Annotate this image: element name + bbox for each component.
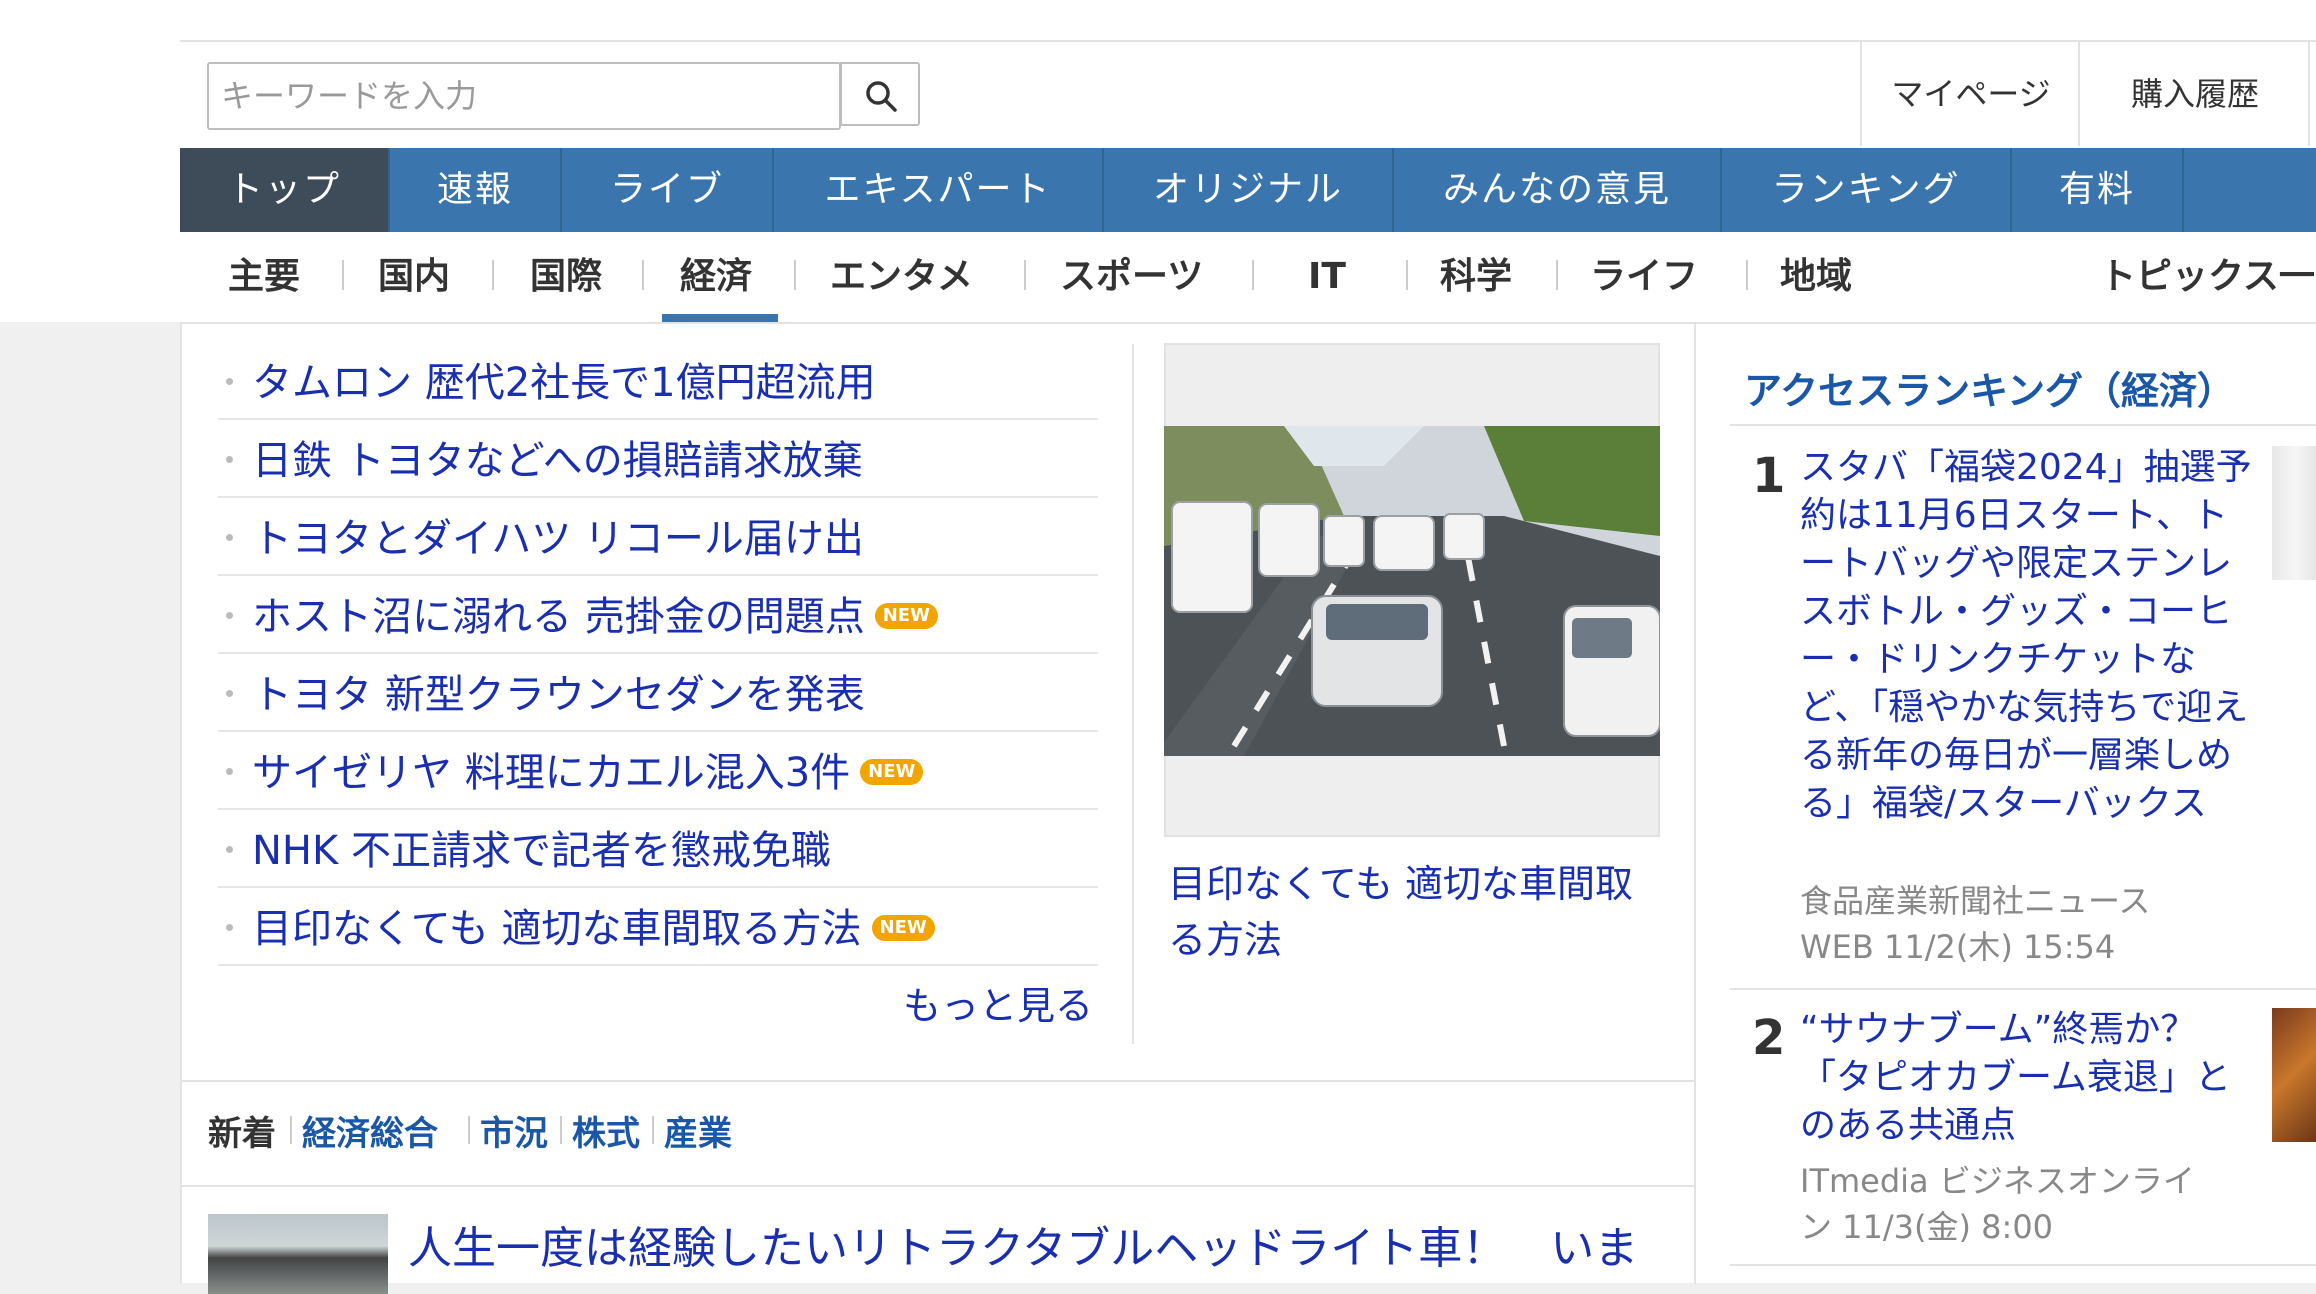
list-item: NHK 不正請求で記者を懲戒免職 — [218, 810, 1098, 888]
ranking-headline-link[interactable]: スタバ「福袋2024」抽選予約は11月6日スタート、トートバッグや限定ステンレス… — [1800, 444, 2260, 828]
search-button[interactable] — [840, 62, 920, 126]
purchase-history-link[interactable]: 購入履歴 — [2078, 42, 2310, 146]
bullet — [226, 378, 233, 385]
rank-number: 2 — [1752, 1010, 1786, 1066]
photo-caption[interactable]: 目印なくても 適切な車間取る方法 — [1168, 856, 1668, 968]
cat-separator — [1556, 260, 1558, 290]
bullet — [226, 534, 233, 541]
subtab-separator — [290, 1116, 292, 1144]
gnav-live[interactable]: ライブ — [562, 148, 774, 232]
subtab-separator — [468, 1116, 470, 1144]
cat-entertainment[interactable]: エンタメ — [830, 232, 973, 322]
cat-main[interactable]: 主要 — [228, 232, 300, 322]
topics-list: タムロン 歴代2社長で1億円超流用 日鉄 トヨタなどへの損賠請求放棄 トヨタとダ… — [218, 342, 1098, 966]
ranking-divider — [1730, 1264, 2316, 1266]
topic-link[interactable]: ホスト沼に溺れる 売掛金の問題点 NEW — [252, 584, 938, 642]
search-input[interactable] — [209, 64, 841, 128]
subtab-market[interactable]: 市況 — [480, 1106, 548, 1155]
cat-separator — [1024, 260, 1026, 290]
ranking-title: アクセスランキング（経済） — [1744, 369, 2235, 413]
subtab-general[interactable]: 経済総合 — [302, 1106, 438, 1155]
article-thumbnail[interactable] — [208, 1214, 388, 1294]
gnav-original[interactable]: オリジナル — [1104, 148, 1394, 232]
gnav-expert[interactable]: エキスパート — [774, 148, 1104, 232]
gnav-top[interactable]: トップ — [180, 148, 390, 232]
cat-separator — [1406, 260, 1408, 290]
ranking-thumbnail[interactable] — [2272, 1008, 2316, 1142]
list-item: トヨタ 新型クラウンセダンを発表 — [218, 654, 1098, 732]
bullet — [226, 690, 233, 697]
search-box — [207, 62, 841, 130]
cat-life[interactable]: ライフ — [1590, 232, 1698, 322]
topic-link[interactable]: トヨタとダイハツ リコール届け出 — [252, 506, 864, 564]
cat-separator — [1252, 260, 1254, 290]
cat-it[interactable]: IT — [1308, 232, 1346, 322]
subtab-separator — [652, 1116, 654, 1144]
bullet — [226, 612, 233, 619]
gnav-ranking[interactable]: ランキング — [1722, 148, 2012, 232]
topic-link[interactable]: タムロン 歴代2社長で1億円超流用 — [252, 350, 876, 408]
cat-science[interactable]: 科学 — [1440, 232, 1512, 322]
topic-link[interactable]: NHK 不正請求で記者を懲戒免職 — [252, 818, 831, 876]
category-nav: 主要 国内 国際 経済 エンタメ スポーツ IT 科学 ライフ 地域 トピックス… — [180, 232, 2316, 322]
subtab-separator — [560, 1116, 562, 1144]
cat-domestic[interactable]: 国内 — [378, 232, 450, 322]
subtabs-border — [180, 1080, 1696, 1082]
bullet — [226, 768, 233, 775]
global-nav: トップ 速報 ライブ エキスパート オリジナル みんなの意見 ランキング 有料 — [180, 148, 2316, 232]
list-item: タムロン 歴代2社長で1億円超流用 — [218, 342, 1098, 420]
subtab-industry[interactable]: 産業 — [664, 1106, 732, 1155]
new-badge: NEW — [874, 603, 938, 629]
cat-separator — [492, 260, 494, 290]
rank-number: 1 — [1752, 448, 1786, 504]
gnav-breaking[interactable]: 速報 — [390, 148, 562, 232]
cat-local[interactable]: 地域 — [1780, 232, 1852, 322]
topic-link[interactable]: サイゼリヤ 料理にカエル混入3件 NEW — [252, 740, 924, 798]
search-icon — [866, 81, 897, 112]
article-title-link[interactable]: 人生一度は経験したいリトラクタブルヘッドライト車！ いま — [408, 1212, 1638, 1276]
bullet — [226, 846, 233, 853]
cat-economy[interactable]: 経済 — [680, 232, 752, 322]
ranking-thumbnail[interactable] — [2272, 446, 2316, 580]
gnav-opinions[interactable]: みんなの意見 — [1394, 148, 1722, 232]
active-category-indicator — [662, 314, 778, 322]
subtab-stocks[interactable]: 株式 — [572, 1106, 640, 1155]
more-link[interactable]: もっと見る — [903, 975, 1093, 1030]
ranking-source: 食品産業新聞社ニュースWEB 11/2(木) 15:54 — [1800, 882, 2151, 966]
new-badge: NEW — [860, 759, 924, 785]
cat-topics[interactable]: トピックス一 — [2100, 232, 2315, 322]
ranking-source: ITmedia ビジネスオンライン 11/3(金) 8:00 — [1800, 1162, 2195, 1246]
mypage-link[interactable]: マイページ — [1860, 42, 2080, 146]
traffic-photo[interactable] — [1164, 426, 1660, 756]
cat-sports[interactable]: スポーツ — [1060, 232, 1203, 322]
cat-separator — [342, 260, 344, 290]
list-item: 日鉄 トヨタなどへの損賠請求放棄 — [218, 420, 1098, 498]
cat-separator — [794, 260, 796, 290]
bullet — [226, 924, 233, 931]
cat-separator — [1746, 260, 1748, 290]
subtab-latest[interactable]: 新着 — [208, 1106, 276, 1155]
util-more — [2308, 42, 2316, 146]
topic-link[interactable]: トヨタ 新型クラウンセダンを発表 — [252, 662, 865, 720]
column-divider — [1132, 344, 1134, 1044]
list-item: サイゼリヤ 料理にカエル混入3件 NEW — [218, 732, 1098, 810]
cat-separator — [642, 260, 644, 290]
subtabs-bottom-border — [180, 1185, 1696, 1187]
ranking-divider — [1730, 988, 2316, 990]
ranking-headline-link[interactable]: “サウナブーム”終焉か？「タピオカブーム衰退」とのある共通点 — [1800, 1006, 2260, 1150]
gnav-paid[interactable]: 有料 — [2012, 148, 2184, 232]
ranking-divider — [1730, 424, 2316, 426]
page: マイページ 購入履歴 トップ 速報 ライブ エキスパート オリジナル みんなの意… — [180, 0, 2316, 1294]
list-item: 目印なくても 適切な車間取る方法 NEW — [218, 888, 1098, 966]
list-item: ホスト沼に溺れる 売掛金の問題点 NEW — [218, 576, 1098, 654]
new-badge: NEW — [871, 915, 935, 941]
cat-international[interactable]: 国際 — [530, 232, 602, 322]
topic-link[interactable]: 目印なくても 適切な車間取る方法 NEW — [252, 896, 935, 954]
bullet — [226, 456, 233, 463]
topic-link[interactable]: 日鉄 トヨタなどへの損賠請求放棄 — [252, 428, 863, 486]
list-item: トヨタとダイハツ リコール届け出 — [218, 498, 1098, 576]
